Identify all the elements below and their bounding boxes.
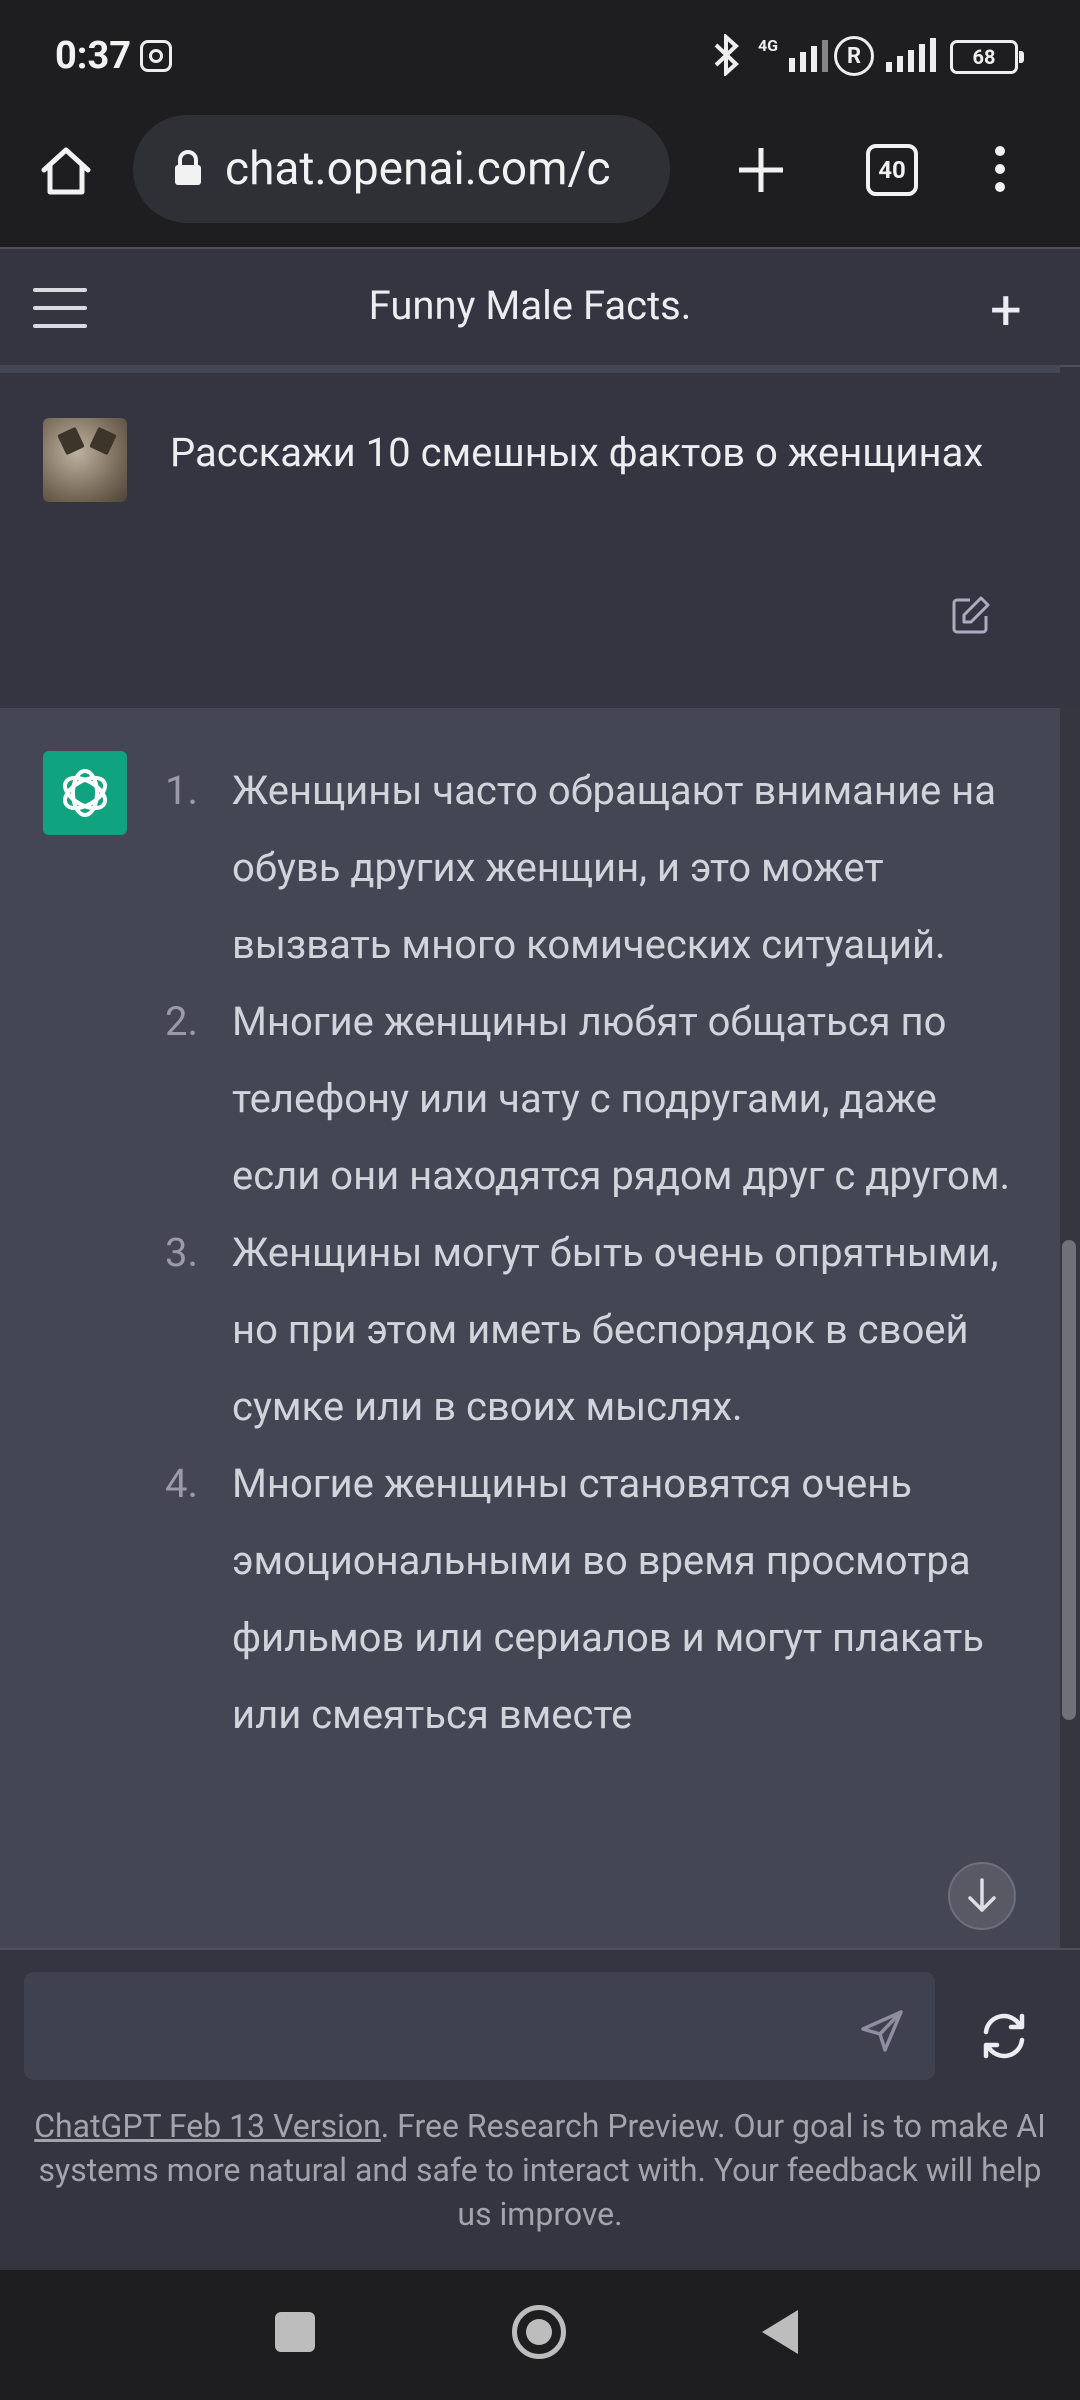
user-message-text: Расскажи 10 смешных фактов о женщинах [170, 429, 984, 476]
arrow-down-icon [968, 1878, 996, 1912]
send-icon[interactable] [858, 2007, 906, 2055]
scrollbar-thumb[interactable] [1062, 1240, 1076, 1720]
regenerate-icon[interactable] [974, 2006, 1034, 2066]
tabs-icon[interactable]: 40 [866, 144, 918, 196]
home-button[interactable] [512, 2305, 566, 2359]
list-item: 1. Женщины часто обращают внимание на об… [160, 752, 1030, 983]
list-item-number: 1. [165, 767, 199, 814]
assistant-avatar [43, 751, 127, 835]
footer-disclaimer: ChatGPT Feb 13 Version. Free Research Pr… [30, 2104, 1050, 2236]
new-tab-icon[interactable] [735, 144, 787, 196]
message-input[interactable] [24, 1972, 935, 2080]
list-item-text: Многие женщины любят общаться по телефон… [232, 998, 1011, 1199]
list-item-number: 3. [165, 1229, 199, 1276]
user-avatar [43, 418, 127, 502]
scroll-to-bottom-button[interactable] [948, 1862, 1016, 1930]
list-item: 3. Женщины могут быть очень опрятными, н… [160, 1214, 1030, 1445]
list-item-text: Женщины часто обращают внимание на обувь… [232, 767, 996, 968]
home-icon[interactable] [38, 144, 94, 198]
list-item: 4. Многие женщины становятся очень эмоци… [160, 1445, 1030, 1753]
openai-logo-icon [63, 769, 107, 817]
bluetooth-icon [714, 34, 739, 76]
answer-list: 1. Женщины часто обращают внимание на об… [160, 752, 1030, 1753]
list-item-text: Многие женщины становятся очень эмоциона… [232, 1460, 984, 1738]
list-item: 2. Многие женщины любят общаться по теле… [160, 983, 1030, 1214]
lock-icon [175, 150, 201, 185]
status-bar: 0:37 4G R 68 [0, 0, 1080, 115]
battery-icon: 68 [950, 40, 1024, 74]
new-chat-icon[interactable]: + [990, 282, 1022, 338]
edit-icon[interactable] [950, 594, 992, 636]
list-item-number: 4. [165, 1460, 199, 1507]
menu-icon[interactable] [995, 146, 1005, 200]
url-bar[interactable]: chat.openai.com/c [133, 115, 670, 223]
signal-icon-2 [886, 38, 936, 72]
header-divider [0, 365, 1060, 373]
version-link[interactable]: ChatGPT Feb 13 Version [34, 2107, 381, 2145]
recents-button[interactable] [275, 2312, 315, 2352]
back-button[interactable] [762, 2310, 798, 2354]
instagram-icon [140, 40, 172, 72]
list-item-text: Женщины могут быть очень опрятными, но п… [232, 1229, 999, 1430]
list-item-number: 2. [165, 998, 199, 1045]
url-text: chat.openai.com/c [225, 142, 611, 196]
roaming-icon: R [834, 36, 874, 76]
chat-title: Funny Male Facts. [368, 282, 692, 329]
status-time: 0:37 [55, 34, 132, 78]
signal-icon [758, 40, 828, 72]
